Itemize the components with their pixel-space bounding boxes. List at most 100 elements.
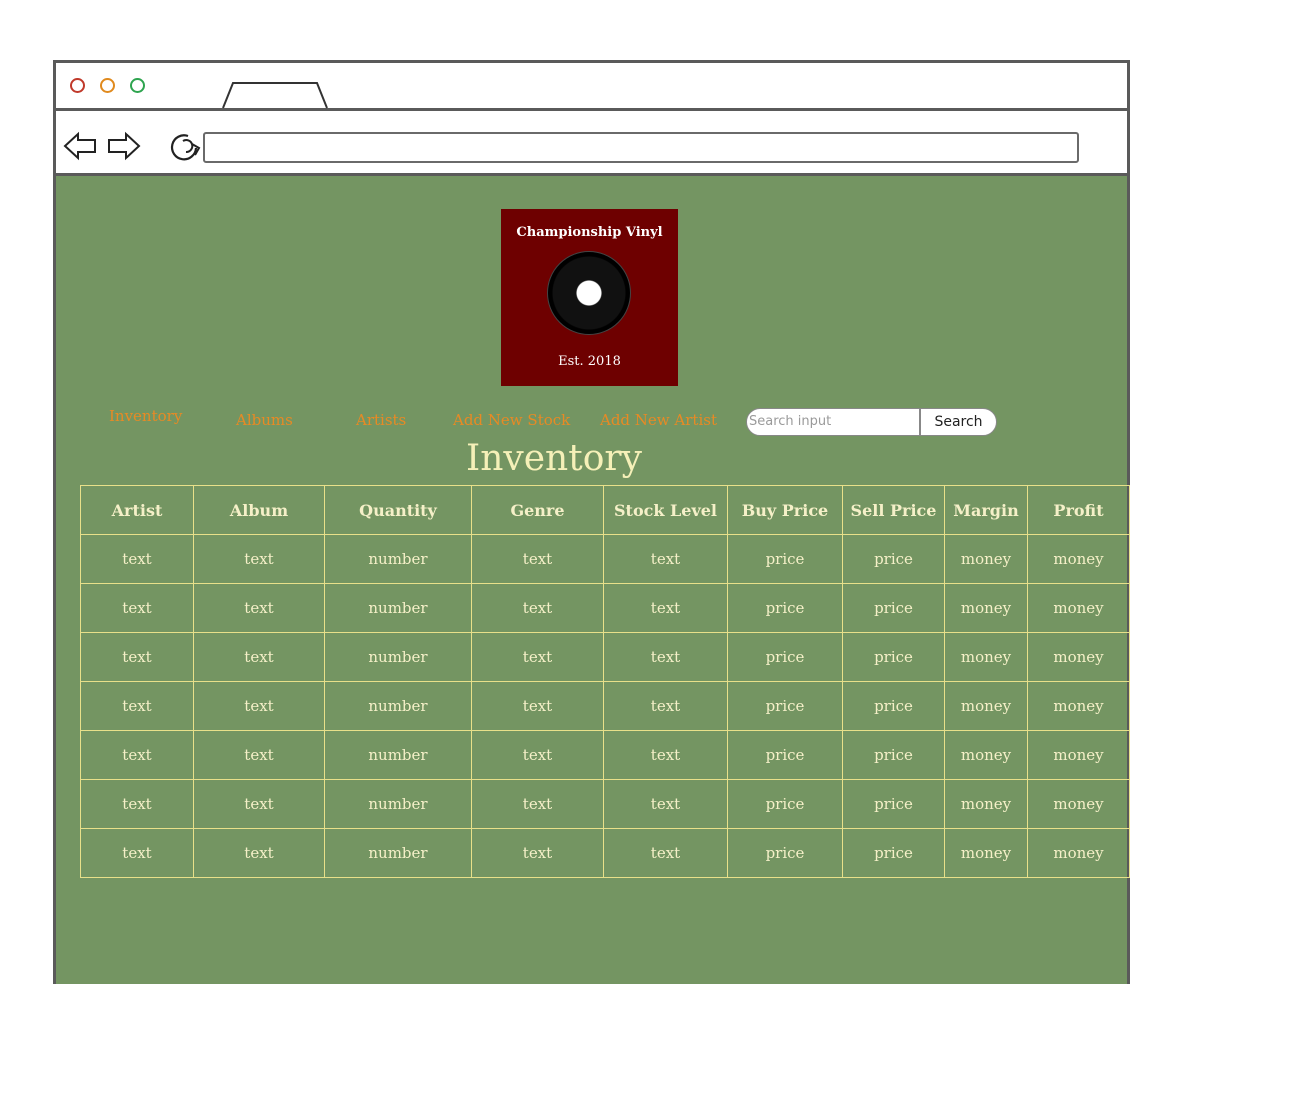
table-cell-profit: money [1027,681,1130,731]
table-cell-album: text [193,828,325,878]
table-cell-quantity: number [324,534,472,584]
table-cell-album: text [193,779,325,829]
table-row[interactable]: text text number text text price price m… [80,534,1130,584]
table-cell-margin: money [944,681,1028,731]
inventory-table: Artist Album Quantity Genre Stock Level … [80,485,1130,878]
table-cell-profit: money [1027,779,1130,829]
close-window-icon[interactable] [70,78,85,93]
table-cell-buy-price: price [727,632,843,682]
logo-established: Est. 2018 [558,354,621,369]
table-cell-artist: text [80,779,194,829]
reload-icon[interactable] [166,129,202,163]
browser-titlebar [56,63,1127,111]
table-cell-sell-price: price [842,632,945,682]
table-cell-quantity: number [324,828,472,878]
maximize-window-icon[interactable] [130,78,145,93]
table-cell-margin: money [944,632,1028,682]
browser-toolbar [56,111,1127,176]
column-header-margin[interactable]: Margin [944,485,1028,535]
table-cell-margin: money [944,779,1028,829]
browser-window: Championship Vinyl Est. 2018 Inventory A… [53,60,1130,984]
vinyl-record-icon [547,251,631,335]
table-cell-profit: money [1027,828,1130,878]
column-header-artist[interactable]: Artist [80,485,194,535]
search-input[interactable]: Search input [746,408,920,436]
table-cell-stock-level: text [603,632,728,682]
table-cell-genre: text [471,583,604,633]
table-row[interactable]: text text number text text price price m… [80,779,1130,829]
table-row[interactable]: text text number text text price price m… [80,730,1130,780]
table-cell-sell-price: price [842,828,945,878]
table-cell-buy-price: price [727,681,843,731]
forward-arrow-icon[interactable] [106,129,142,163]
table-cell-stock-level: text [603,681,728,731]
table-cell-margin: money [944,583,1028,633]
table-header-row: Artist Album Quantity Genre Stock Level … [80,485,1130,535]
table-cell-quantity: number [324,632,472,682]
table-cell-album: text [193,681,325,731]
table-cell-quantity: number [324,730,472,780]
table-cell-quantity: number [324,779,472,829]
table-cell-buy-price: price [727,583,843,633]
table-cell-sell-price: price [842,681,945,731]
table-cell-artist: text [80,730,194,780]
table-cell-margin: money [944,534,1028,584]
table-cell-genre: text [471,730,604,780]
table-row[interactable]: text text number text text price price m… [80,828,1130,878]
table-cell-buy-price: price [727,534,843,584]
nav-item-add-new-stock[interactable]: Add New Stock [453,411,570,429]
table-cell-genre: text [471,681,604,731]
minimize-window-icon[interactable] [100,78,115,93]
table-cell-sell-price: price [842,730,945,780]
table-cell-album: text [193,730,325,780]
column-header-genre[interactable]: Genre [471,485,604,535]
table-cell-genre: text [471,828,604,878]
table-cell-artist: text [80,681,194,731]
table-row[interactable]: text text number text text price price m… [80,681,1130,731]
table-cell-quantity: number [324,583,472,633]
table-cell-album: text [193,632,325,682]
table-cell-artist: text [80,534,194,584]
table-cell-artist: text [80,632,194,682]
back-arrow-icon[interactable] [62,129,98,163]
nav-item-albums[interactable]: Albums [236,411,293,429]
table-cell-album: text [193,534,325,584]
page-content: Championship Vinyl Est. 2018 Inventory A… [56,176,1130,984]
table-cell-buy-price: price [727,730,843,780]
brand-logo: Championship Vinyl Est. 2018 [501,209,678,386]
table-cell-artist: text [80,828,194,878]
search-button[interactable]: Search [920,408,997,436]
page-title: Inventory [466,438,642,479]
table-cell-buy-price: price [727,779,843,829]
column-header-quantity[interactable]: Quantity [324,485,472,535]
nav-item-inventory[interactable]: Inventory [109,407,182,425]
table-cell-stock-level: text [603,583,728,633]
table-cell-sell-price: price [842,534,945,584]
table-row[interactable]: text text number text text price price m… [80,583,1130,633]
nav-item-artists[interactable]: Artists [356,411,406,429]
table-row[interactable]: text text number text text price price m… [80,632,1130,682]
table-cell-quantity: number [324,681,472,731]
table-cell-stock-level: text [603,828,728,878]
table-cell-stock-level: text [603,534,728,584]
column-header-stock-level[interactable]: Stock Level [603,485,728,535]
column-header-profit[interactable]: Profit [1027,485,1130,535]
table-cell-buy-price: price [727,828,843,878]
column-header-album[interactable]: Album [193,485,325,535]
table-cell-profit: money [1027,730,1130,780]
nav-item-add-new-artist[interactable]: Add New Artist [600,411,717,429]
column-header-buy-price[interactable]: Buy Price [727,485,843,535]
table-cell-profit: money [1027,534,1130,584]
table-cell-album: text [193,583,325,633]
table-cell-genre: text [471,534,604,584]
column-header-sell-price[interactable]: Sell Price [842,485,945,535]
table-cell-sell-price: price [842,779,945,829]
table-cell-stock-level: text [603,730,728,780]
table-cell-margin: money [944,828,1028,878]
table-cell-profit: money [1027,632,1130,682]
browser-tab[interactable] [221,77,331,109]
address-bar[interactable] [203,132,1079,163]
table-cell-sell-price: price [842,583,945,633]
table-cell-artist: text [80,583,194,633]
table-cell-profit: money [1027,583,1130,633]
